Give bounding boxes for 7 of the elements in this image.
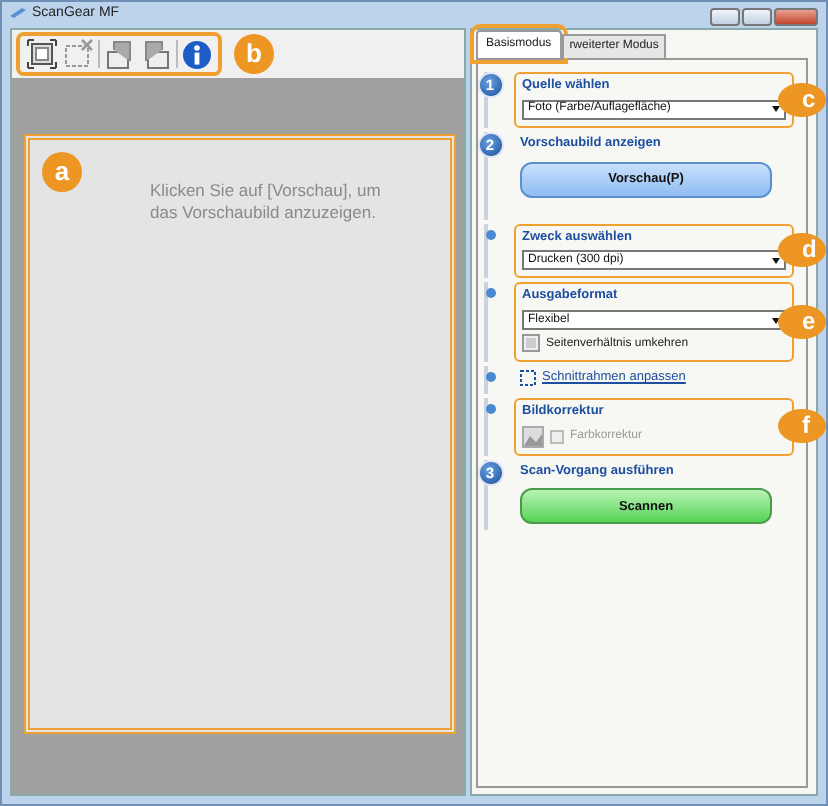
callout-marker: a — [42, 152, 82, 192]
callout-marker: e — [778, 305, 826, 340]
callout-marker: d — [778, 233, 826, 268]
callout-marker: f — [778, 409, 826, 444]
callout-marker: b — [234, 34, 274, 74]
callout-marker: c — [778, 82, 826, 117]
preview-hint: Klicken Sie auf [Vorschau], um das Vorschaubild anzuzeigen. — [150, 180, 383, 226]
